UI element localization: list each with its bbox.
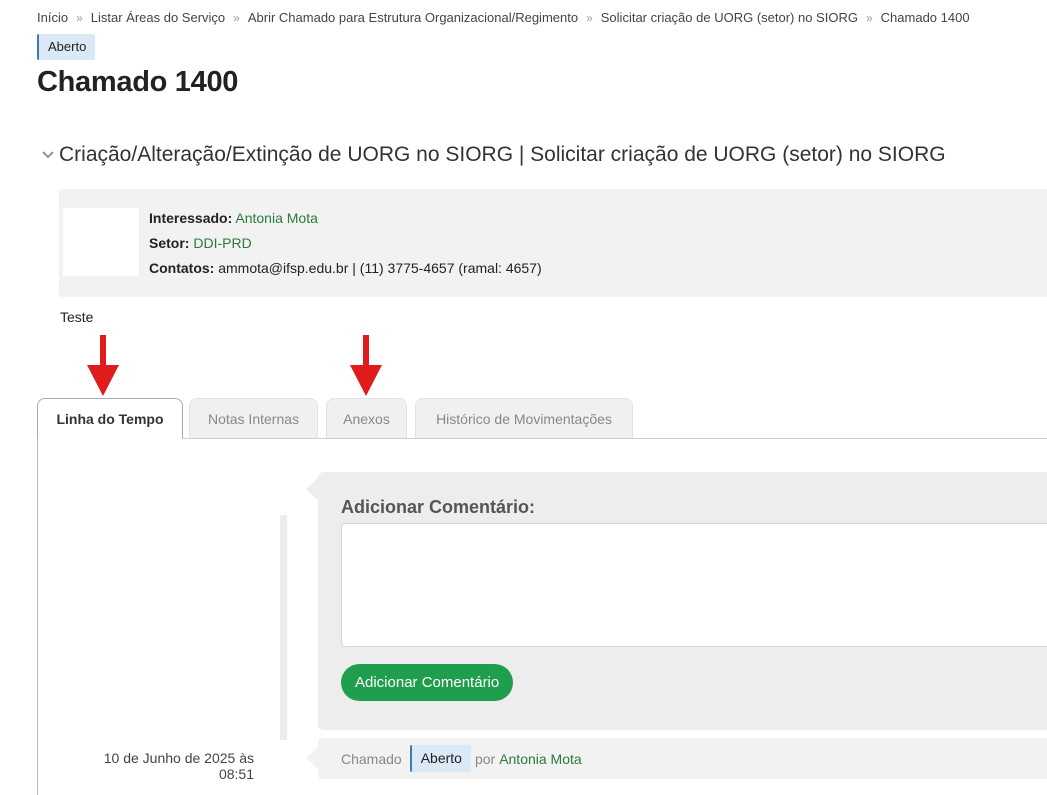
event-date: 10 de Junho de 2025 às 08:51 <box>60 750 254 782</box>
tab-divider <box>183 438 1047 439</box>
section-title: Criação/Alteração/Extinção de UORG no SI… <box>59 143 946 166</box>
setor-row: Setor: DDI-PRD <box>149 231 542 256</box>
event-by: por <box>474 750 496 767</box>
contatos-row: Contatos: ammota@ifsp.edu.br | (11) 3775… <box>149 256 542 281</box>
tab-bar: Linha do Tempo Notas Internas Anexos His… <box>37 398 1047 439</box>
event-prefix: Chamado <box>341 750 402 767</box>
timeline-node <box>268 470 298 514</box>
tab-anexos[interactable]: Anexos <box>326 398 407 438</box>
avatar <box>63 208 139 276</box>
interessado-link[interactable]: Antonia Mota <box>235 210 318 226</box>
requester-info-box: Interessado: Antonia Mota Setor: DDI-PRD… <box>59 189 1047 297</box>
tab-linha-do-tempo[interactable]: Linha do Tempo <box>37 398 183 439</box>
breadcrumb-separator: » <box>233 11 240 25</box>
timeline-event: Chamado Aberto por Antonia Mota <box>318 738 1047 779</box>
comment-panel: Adicionar Comentário: Adicionar Comentár… <box>318 472 1047 730</box>
breadcrumb-item-current: Chamado 1400 <box>880 10 970 25</box>
event-text: Chamado Aberto por Antonia Mota <box>341 745 582 772</box>
breadcrumb-separator: » <box>76 11 83 25</box>
red-arrow-down-icon <box>350 335 382 396</box>
contatos-label: Contatos: <box>149 260 215 276</box>
add-comment-button[interactable]: Adicionar Comentário <box>341 664 514 701</box>
tab-notas-internas[interactable]: Notas Internas <box>189 398 318 438</box>
interessado-label: Interessado: <box>149 210 233 226</box>
breadcrumb: Início » Listar Áreas do Serviço » Abrir Cha… <box>37 10 970 25</box>
comment-title: Adicionar Comentário: <box>341 497 536 517</box>
setor-link[interactable]: DDI-PRD <box>193 235 251 251</box>
breadcrumb-item-inicio[interactable]: Início <box>37 10 68 25</box>
tab-historico-movimentacoes[interactable]: Histórico de Movimentações <box>415 398 633 438</box>
timeline-line <box>280 515 287 741</box>
chevron-down-icon[interactable] <box>37 144 59 166</box>
section-header[interactable]: Criação/Alteração/Extinção de UORG no SI… <box>37 143 946 167</box>
event-time: 08:51 <box>218 766 254 782</box>
event-date-line: 10 de Junho de 2025 às <box>103 750 254 766</box>
status-badge: Aberto <box>37 34 96 60</box>
page-title: Chamado 1400 <box>37 66 239 98</box>
requester-details: Interessado: Antonia Mota Setor: DDI-PRD… <box>149 206 542 281</box>
ticket-description: Teste <box>60 309 94 325</box>
setor-label: Setor: <box>149 235 190 251</box>
breadcrumb-separator: » <box>865 11 873 25</box>
breadcrumb-separator: » <box>586 11 593 25</box>
red-arrow-down-icon <box>87 335 119 396</box>
breadcrumb-item-abrir-chamado[interactable]: Abrir Chamado para Estrutura Organizacio… <box>248 10 578 25</box>
panel-border <box>37 438 38 795</box>
event-user-link[interactable]: Antonia Mota <box>499 746 582 772</box>
contatos-value: ammota@ifsp.edu.br | (11) 3775-4657 (ram… <box>218 260 542 276</box>
interessado-row: Interessado: Antonia Mota <box>149 206 542 231</box>
comment-textarea[interactable] <box>341 523 1047 647</box>
breadcrumb-item-listar-areas[interactable]: Listar Áreas do Serviço <box>91 10 225 25</box>
breadcrumb-item-solicitar-uorg[interactable]: Solicitar criação de UORG (setor) no SIO… <box>601 10 858 25</box>
timeline-node <box>268 740 298 784</box>
event-status-badge: Aberto <box>409 745 471 772</box>
